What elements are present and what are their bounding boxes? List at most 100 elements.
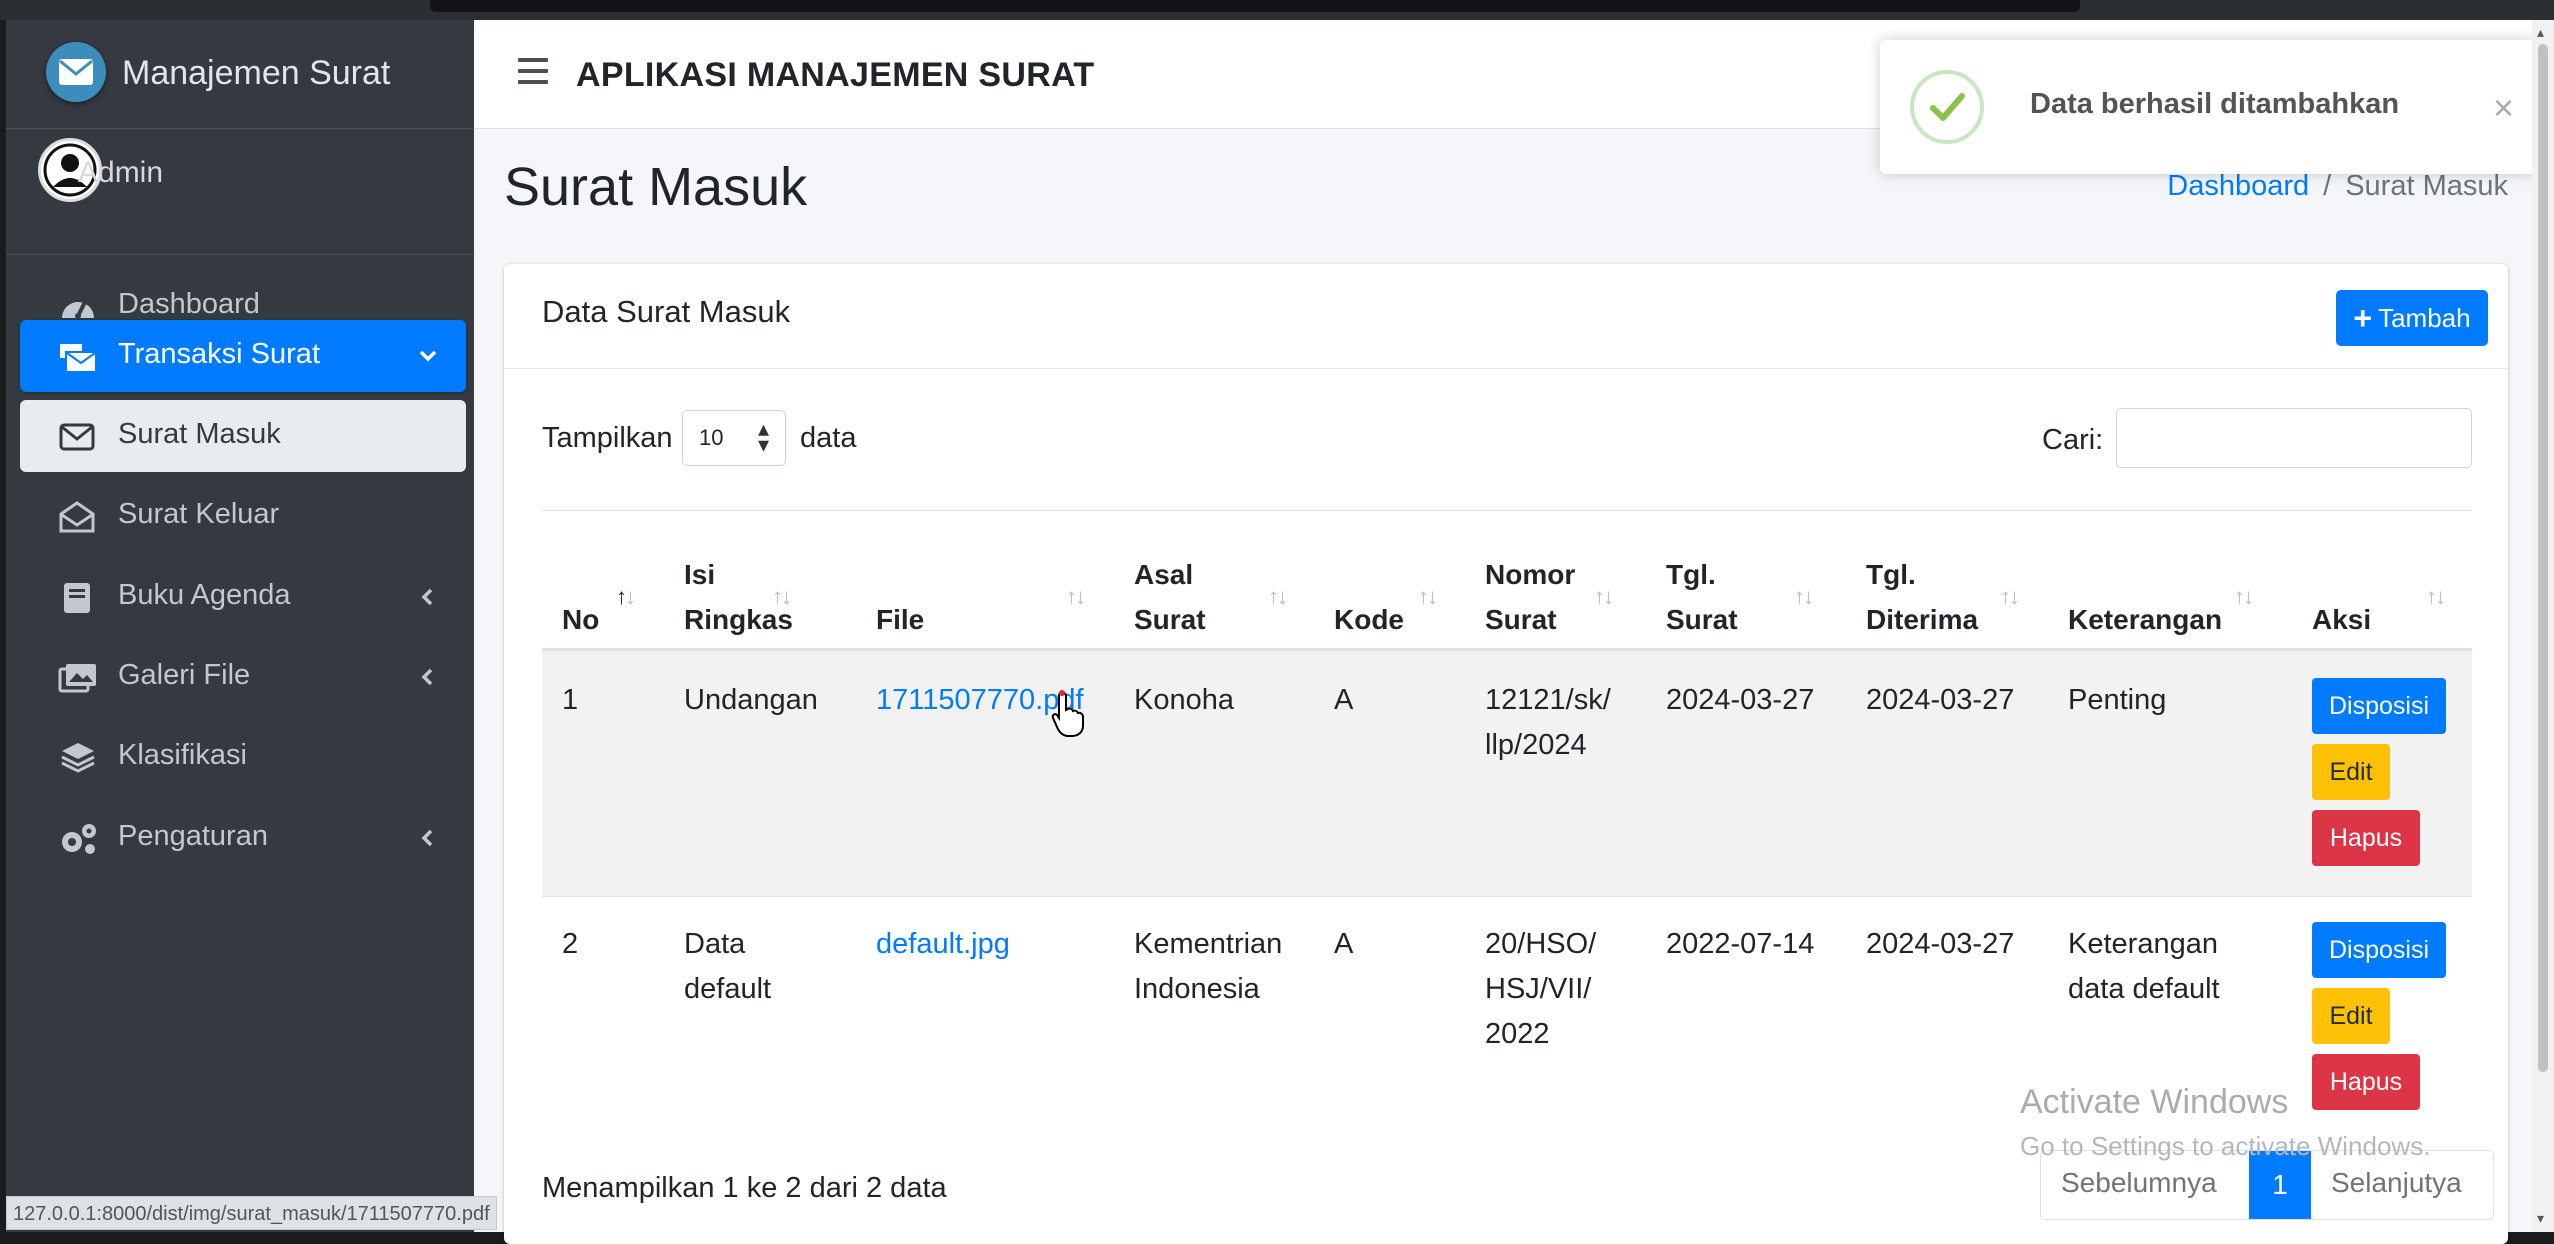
success-check-icon [1910, 70, 1984, 144]
sort-icon[interactable]: ↑↓ [2000, 584, 2020, 610]
sidebar-item-pengaturan[interactable]: Pengaturan [20, 802, 466, 874]
row-divider [542, 896, 2472, 897]
page-length-value: 10 [699, 425, 724, 450]
brand-link[interactable]: Manajemen Surat [6, 20, 474, 129]
sidebar-item-surat-keluar[interactable]: Surat Keluar [20, 480, 466, 552]
sidebar-item-surat-masuk[interactable]: Surat Masuk [20, 400, 466, 472]
cell-no: 1 [562, 684, 579, 716]
sort-icon[interactable]: ↑↓ [1594, 584, 1614, 610]
breadcrumb-current: Surat Masuk [2345, 170, 2508, 202]
header-tgl-diterima[interactable]: Tgl. Diterima [1866, 552, 1978, 642]
sort-icon[interactable]: ↑↓ [1794, 584, 1814, 610]
sidebar-item-transaksi-surat[interactable]: Transaksi Surat [20, 320, 466, 392]
sort-icon[interactable]: ↑↓ [1418, 584, 1438, 610]
sidebar-item-label: Surat Masuk [118, 418, 281, 450]
edit-button[interactable]: Edit [2312, 744, 2390, 800]
cell-asal-surat: Konoha [1134, 684, 1234, 716]
hapus-button[interactable]: Hapus [2312, 1054, 2420, 1110]
sidebar-item-label: Buku Agenda [118, 579, 291, 611]
toast-close-button[interactable]: × [2493, 90, 2514, 126]
header-no[interactable]: No [562, 552, 599, 642]
toast-message: Data berhasil ditambahkan [2030, 88, 2400, 120]
page-title: Surat Masuk [504, 157, 808, 217]
chevron-left-icon [418, 663, 438, 694]
cell-keterangan: Penting [2068, 684, 2167, 716]
sidebar-item-label: Galeri File [118, 659, 251, 691]
hamburger-menu-icon[interactable] [518, 58, 548, 84]
disposisi-button[interactable]: Disposisi [2312, 678, 2446, 734]
breadcrumb-dashboard-link[interactable]: Dashboard [2167, 170, 2309, 202]
header-keterangan[interactable]: Keterangan [2068, 552, 2222, 642]
sidebar-item-label: Transaksi Surat [118, 338, 320, 370]
page-length-select[interactable]: 10 ▴ ▾ [682, 410, 786, 466]
file-link[interactable]: default.jpg [876, 922, 1010, 967]
sidebar-item-klasifikasi[interactable]: Klasifikasi [20, 721, 466, 793]
tachometer-icon [62, 301, 94, 319]
browser-top-strip [0, 0, 2554, 20]
sidebar-item-galeri-file[interactable]: Galeri File [20, 641, 466, 713]
card-title: Data Surat Masuk [542, 294, 791, 329]
mail-bulk-icon [60, 344, 97, 373]
sort-icon[interactable]: ↑↓ [2234, 584, 2254, 610]
envelope-logo-icon [46, 42, 106, 102]
sort-icon[interactable]: ↑↓ [2426, 584, 2446, 610]
scrollbar-thumb[interactable] [2538, 44, 2548, 1072]
sidebar-item-label: Dashboard [118, 288, 260, 320]
header-asal-surat[interactable]: Asal Surat [1134, 552, 1206, 642]
cell-kode: A [1334, 928, 1354, 960]
disposisi-button[interactable]: Disposisi [2312, 922, 2446, 978]
success-toast: Data berhasil ditambahkan × [1880, 40, 2538, 174]
card-header: Data Surat Masuk + Tambah [504, 264, 2508, 369]
plus-icon: + [2353, 300, 2373, 336]
header-nomor-surat[interactable]: Nomor Surat [1485, 552, 1575, 642]
page-scrollbar[interactable]: ▴ ▾ [2532, 20, 2554, 1232]
edit-button[interactable]: Edit [2312, 988, 2390, 1044]
add-button-label: Tambah [2378, 303, 2471, 333]
cell-kode: A [1334, 684, 1354, 716]
cell-tgl-surat: 2022-07-14 [1666, 928, 1815, 960]
page-length-label: Tampilkan [542, 422, 673, 454]
cell-isi-ringkas: Undangan [684, 684, 818, 716]
cell-tgl-surat: 2024-03-27 [1666, 684, 1815, 716]
header-tgl-surat[interactable]: Tgl. Surat [1666, 552, 1738, 642]
browser-tab-bar [430, 0, 2080, 12]
app-title: APLIKASI MANAJEMEN SURAT [576, 56, 1095, 94]
scroll-up-arrow-icon[interactable]: ▴ [2537, 24, 2544, 41]
activate-windows-title: Activate Windows [2020, 1083, 2289, 1121]
cell-isi-ringkas: Data default [684, 928, 772, 1005]
pagination-next[interactable]: Selanjutya [2331, 1167, 2462, 1199]
cell-tgl-diterima: 2024-03-27 [1866, 684, 2015, 716]
header-kode[interactable]: Kode [1334, 552, 1404, 642]
header-aksi[interactable]: Aksi [2312, 552, 2371, 642]
sort-icon[interactable]: ↑↓ [772, 584, 792, 610]
user-name[interactable]: Admin [78, 156, 163, 190]
search-label: Cari: [2042, 424, 2104, 456]
add-button[interactable]: + Tambah [2336, 290, 2488, 346]
sidebar-item-label: Pengaturan [118, 820, 268, 852]
hand-cursor-icon [1051, 690, 1084, 737]
chevron-down-icon [418, 342, 438, 373]
sidebar-item-buku-agenda[interactable]: Buku Agenda [20, 561, 466, 633]
page-length-suffix: data [800, 422, 857, 454]
header-file[interactable]: File [876, 552, 924, 642]
sort-icon[interactable]: ↑↓ [1268, 584, 1288, 610]
sort-asc-icon[interactable]: ↑↓ [616, 584, 636, 610]
breadcrumb-separator: / [2323, 170, 2332, 202]
content-wrapper: APLIKASI MANAJEMEN SURAT Surat Masuk Das… [474, 20, 2534, 1244]
hapus-button[interactable]: Hapus [2312, 810, 2420, 866]
select-caret-icon: ▴ ▾ [757, 416, 769, 457]
cogs-icon [62, 824, 96, 854]
cell-keterangan: Keterangan data default [2068, 928, 2220, 1005]
table-info: Menampilkan 1 ke 2 dari 2 data [542, 1172, 947, 1204]
scroll-down-arrow-icon[interactable]: ▾ [2537, 1210, 2544, 1227]
cell-tgl-diterima: 2024-03-27 [1866, 928, 2015, 960]
layers-icon [61, 743, 95, 773]
search-input[interactable] [2116, 408, 2472, 468]
table-top-border [542, 510, 2472, 511]
cell-asal-surat: Kementrian Indonesia [1134, 928, 1283, 1005]
cell-nomor-surat: 20/HSO/HSJ/VII/2022 [1485, 928, 1597, 1050]
pagination-prev[interactable]: Sebelumnya [2061, 1167, 2217, 1199]
brand-text: Manajemen Surat [122, 54, 391, 92]
sort-icon[interactable]: ↑↓ [1066, 584, 1086, 610]
envelope-icon [59, 423, 95, 451]
